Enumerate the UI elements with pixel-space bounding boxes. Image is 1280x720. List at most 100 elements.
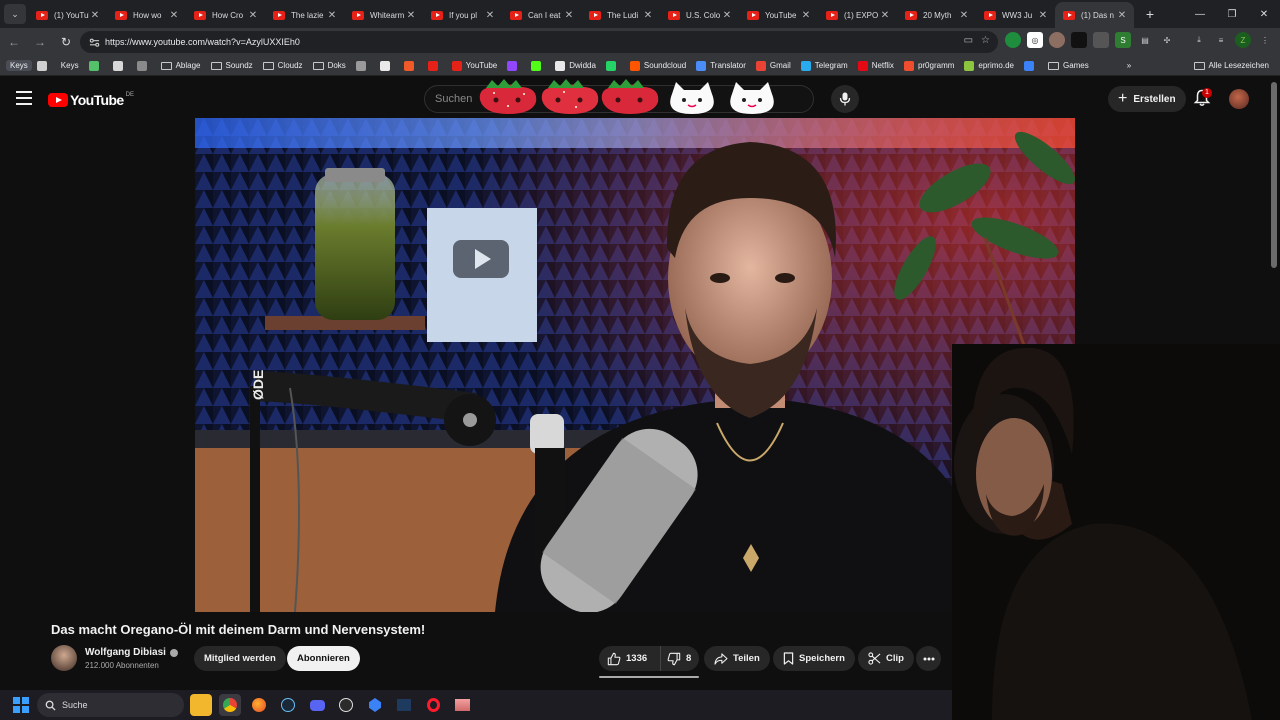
clip-button[interactable]: Clip: [858, 646, 914, 671]
bookmark-item[interactable]: [399, 57, 423, 75]
extension-cc-icon[interactable]: ◎: [1027, 32, 1043, 48]
close-tab-icon[interactable]: ✕: [1037, 10, 1049, 21]
close-tab-icon[interactable]: ✕: [247, 10, 259, 21]
bookmark-item[interactable]: [108, 57, 132, 75]
close-tab-icon[interactable]: ✕: [326, 10, 338, 21]
forward-button[interactable]: →: [28, 30, 52, 54]
extension-layers-icon[interactable]: ▤: [1137, 32, 1153, 48]
close-tab-icon[interactable]: ✕: [879, 10, 891, 21]
browser-tab[interactable]: The Ludi ✕: [581, 2, 660, 28]
bookmark-folder[interactable]: Doks: [308, 57, 351, 75]
back-button[interactable]: ←: [2, 30, 26, 54]
bookmark-item[interactable]: [375, 57, 399, 75]
page-scrollbar[interactable]: [1271, 82, 1277, 268]
search-box[interactable]: Suchen: [424, 85, 814, 113]
bookmark-item[interactable]: [84, 57, 108, 75]
browser-tab[interactable]: Can I eat ✕: [502, 2, 581, 28]
downloads-icon[interactable]: ⤓: [1191, 32, 1207, 48]
firefox-icon[interactable]: [248, 694, 270, 716]
discord-icon[interactable]: [306, 694, 328, 716]
bookmark-item[interactable]: [526, 57, 550, 75]
windows-start-icon[interactable]: [13, 697, 29, 713]
minimize-button[interactable]: —: [1184, 0, 1216, 28]
user-avatar[interactable]: [1229, 89, 1249, 109]
bookmark-star-icon[interactable]: ☆: [981, 35, 990, 46]
restore-button[interactable]: ❐: [1216, 0, 1248, 28]
like-button[interactable]: 1336: [599, 646, 661, 671]
close-tab-icon[interactable]: ✕: [958, 10, 970, 21]
bookmark-folder[interactable]: Soundz: [206, 57, 258, 75]
create-button[interactable]: + Erstellen: [1108, 86, 1186, 112]
guide-menu-icon[interactable]: [16, 91, 32, 105]
bookmark-item[interactable]: Translator: [691, 57, 751, 75]
browser-tab[interactable]: How Cro ✕: [186, 2, 265, 28]
bookmark-item[interactable]: [502, 57, 526, 75]
close-tab-icon[interactable]: ✕: [405, 10, 417, 21]
close-tab-icon[interactable]: ✕: [642, 10, 654, 21]
bookmark-folder[interactable]: Cloudz: [258, 57, 308, 75]
dislike-button[interactable]: 8: [661, 652, 691, 666]
url-text[interactable]: https://www.youtube.com/watch?v=AzylUXXI…: [105, 37, 300, 47]
extension-dark-icon[interactable]: [1071, 32, 1087, 48]
file-explorer-icon[interactable]: [190, 694, 212, 716]
browser-tab[interactable]: (1) Das n ✕: [1055, 2, 1134, 28]
bookmark-item[interactable]: [351, 57, 375, 75]
browser-menu-icon[interactable]: ⋮: [1257, 32, 1273, 48]
save-button[interactable]: Speichern: [773, 646, 855, 671]
more-actions-button[interactable]: [916, 646, 941, 671]
browser-tab[interactable]: How wo ✕: [107, 2, 186, 28]
all-bookmarks-button[interactable]: Alle Lesezeichen: [1189, 57, 1274, 75]
audio-editor-icon[interactable]: [393, 694, 415, 716]
opera-icon[interactable]: [422, 694, 444, 716]
address-bar[interactable]: https://www.youtube.com/watch?v=AzylUXXI…: [80, 31, 998, 53]
extension-tag-icon[interactable]: [1093, 32, 1109, 48]
browser-tab[interactable]: Whitearm ✕: [344, 2, 423, 28]
video-player[interactable]: ØDE: [195, 118, 1075, 612]
channel-name[interactable]: Wolfgang Dibiasi: [85, 647, 166, 658]
subscribe-button[interactable]: Abonnieren: [287, 646, 360, 671]
cast-icon[interactable]: ▭: [964, 35, 973, 46]
browser-tab[interactable]: (1) YouTube✕: [28, 2, 107, 28]
bookmark-keys-button[interactable]: Keys: [6, 60, 32, 71]
browser-tab[interactable]: WW3 Ju ✕: [976, 2, 1055, 28]
bookmark-folder[interactable]: Games: [1043, 57, 1094, 75]
close-tab-icon[interactable]: ✕: [89, 10, 101, 21]
chrome-icon[interactable]: [219, 694, 241, 716]
bookmark-item[interactable]: Dwidda: [550, 57, 601, 75]
search-input[interactable]: Suchen: [435, 93, 472, 105]
close-tab-icon[interactable]: ✕: [1116, 10, 1128, 21]
bookmark-item[interactable]: Netflix: [853, 57, 899, 75]
bookmark-item[interactable]: [32, 57, 56, 75]
bookmark-item[interactable]: pr0gramm: [899, 57, 959, 75]
bookmark-item[interactable]: [423, 57, 447, 75]
bookmark-item[interactable]: Keys: [56, 57, 84, 75]
channel-name-row[interactable]: Wolfgang Dibiasi: [85, 647, 178, 658]
bookmark-item[interactable]: YouTube: [447, 57, 502, 75]
browser-tab[interactable]: If you pl ✕: [423, 2, 502, 28]
obs-icon[interactable]: [335, 694, 357, 716]
bookmark-item[interactable]: eprimo.de: [959, 57, 1019, 75]
site-info-icon[interactable]: [87, 35, 101, 49]
extensions-puzzle-icon[interactable]: ✣: [1159, 32, 1175, 48]
profile-avatar[interactable]: Z: [1235, 32, 1251, 48]
browser-tab[interactable]: 20 Myth ✕: [897, 2, 976, 28]
bookmark-item[interactable]: Telegram: [796, 57, 853, 75]
bookmark-item[interactable]: Soundcloud: [625, 57, 691, 75]
new-tab-button[interactable]: +: [1138, 2, 1162, 26]
bookmark-folder[interactable]: Ablage: [156, 57, 206, 75]
bookmark-item[interactable]: [132, 57, 156, 75]
app-blue-icon[interactable]: [364, 694, 386, 716]
media-controls-icon[interactable]: ≡: [1213, 32, 1229, 48]
bookmark-item[interactable]: [601, 57, 625, 75]
close-tab-icon[interactable]: ✕: [563, 10, 575, 21]
taskbar-search[interactable]: Suche: [37, 693, 184, 717]
tab-search-button[interactable]: ⌄: [4, 4, 26, 24]
bookmarks-overflow-button[interactable]: »: [1122, 57, 1136, 75]
close-tab-icon[interactable]: ✕: [800, 10, 812, 21]
browser-tab[interactable]: YouTube ✕: [739, 2, 818, 28]
extension-cookie-icon[interactable]: [1049, 32, 1065, 48]
close-window-button[interactable]: ✕: [1248, 0, 1280, 28]
browser-tab[interactable]: U.S. Colo ✕: [660, 2, 739, 28]
extension-s-icon[interactable]: S: [1115, 32, 1131, 48]
steam-icon[interactable]: [277, 694, 299, 716]
